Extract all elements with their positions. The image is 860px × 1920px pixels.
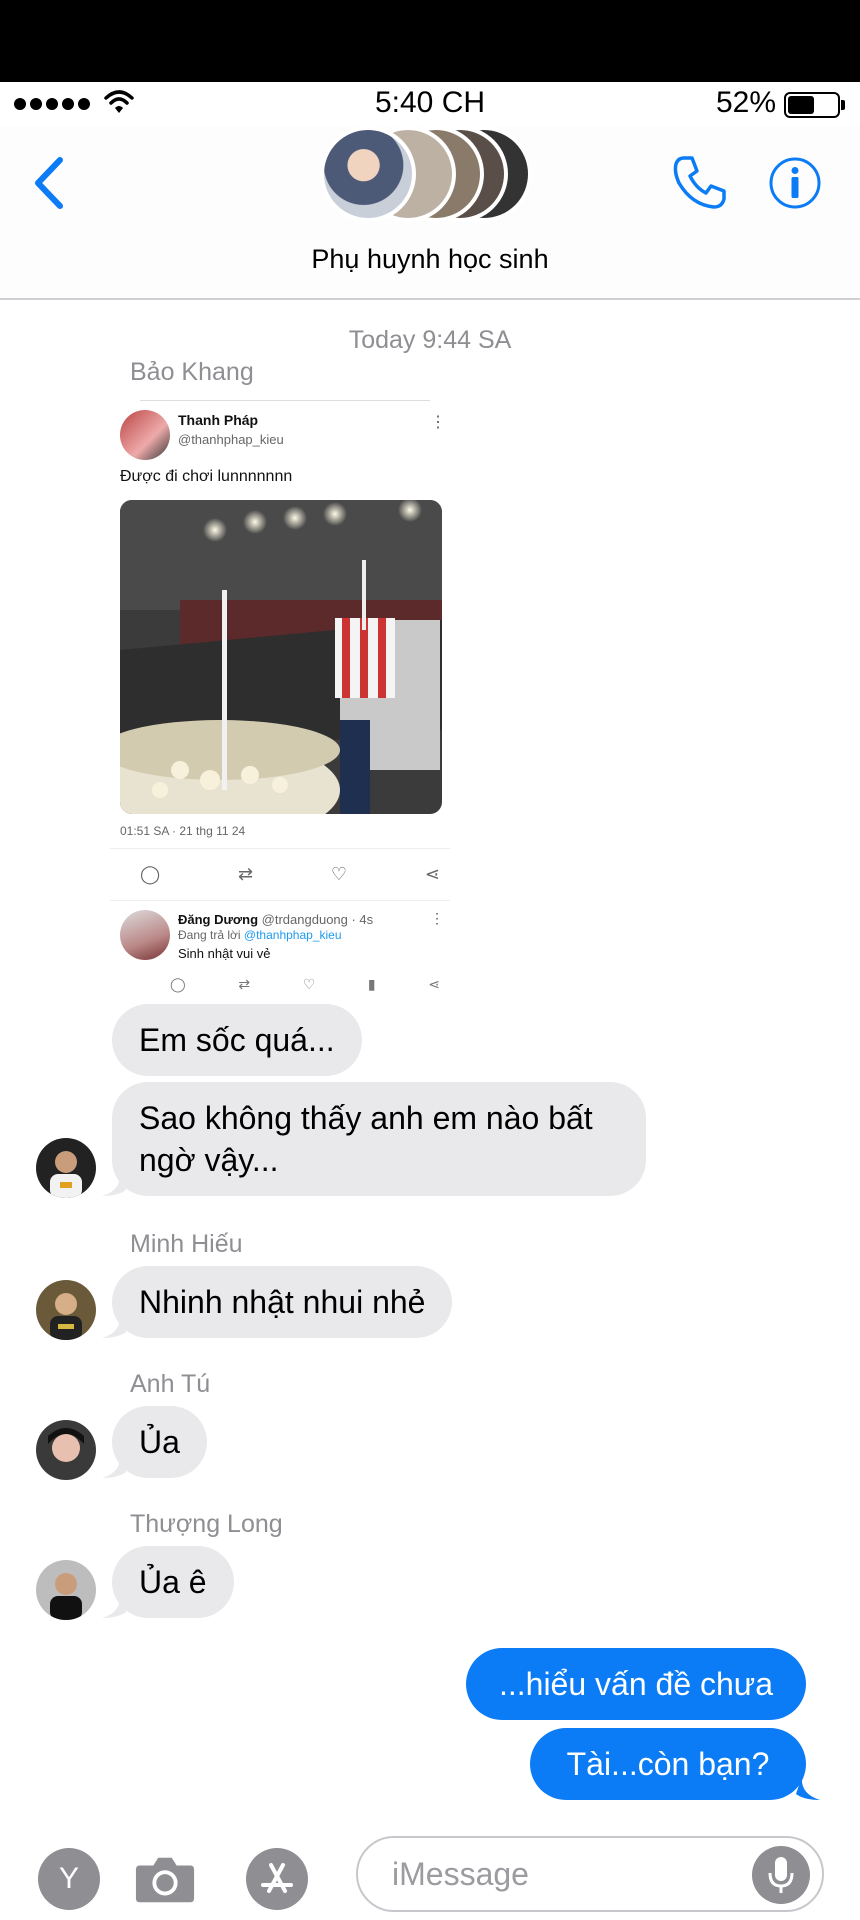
camera-button[interactable] (134, 1848, 196, 1910)
heart-icon: ♡ (302, 976, 316, 992)
tweet-timestamp: 01:51 SA · 21 thg 11 24 (120, 824, 246, 838)
imessage-input[interactable]: iMessage (356, 1836, 824, 1912)
avatar (120, 410, 170, 460)
heart-icon: ♡ (330, 864, 348, 884)
avatar (120, 910, 170, 960)
share-icon: ⋖ (428, 976, 440, 992)
avatar[interactable] (36, 1560, 96, 1620)
share-icon: ⋖ (424, 864, 440, 884)
sender-name: Minh Hiếu (130, 1230, 243, 1258)
avatar (320, 126, 416, 222)
avatar[interactable] (36, 1138, 96, 1198)
avatar[interactable] (36, 1420, 96, 1480)
tweet-text: Được đi chơi lunnnnnnn (120, 468, 293, 485)
tweet-author-name: Thanh Pháp (178, 412, 259, 428)
stats-icon: ▮ (367, 976, 376, 992)
more-icon: ⋮ (430, 910, 444, 926)
microphone-icon (768, 1857, 794, 1893)
message-bubble[interactable]: Ủa ê (112, 1546, 234, 1618)
cinema-photo (120, 500, 442, 814)
conversation-timestamp: Today 9:44 SA (348, 326, 512, 354)
outgoing-message-bubble[interactable]: Tài...còn bạn? (530, 1728, 806, 1800)
bubble-tail (102, 1454, 126, 1478)
bubble-tail (102, 1314, 126, 1338)
message-input-bar: Y iMessage (0, 1810, 860, 1920)
microphone-button[interactable] (752, 1846, 810, 1904)
tweet-screenshot-image: Thanh Pháp @thanhphap_kieu ⋮ Được đi chơ… (110, 400, 450, 1000)
info-icon[interactable] (768, 156, 822, 210)
outgoing-message-bubble[interactable]: ...hiểu vấn đề chưa (466, 1648, 806, 1720)
sender-name: Thượng Long (130, 1510, 283, 1538)
group-title[interactable]: Phụ huynh học sinh (0, 244, 860, 275)
app-store-button[interactable] (246, 1848, 308, 1910)
conversation-header: Phụ huynh học sinh (0, 126, 860, 300)
camera-icon (135, 1857, 195, 1903)
reply-text: Sinh nhật vui vẻ (178, 946, 271, 961)
app-store-icon (261, 1863, 293, 1893)
more-icon: ⋮ (430, 414, 446, 431)
phone-icon[interactable] (670, 152, 730, 212)
message-bubble[interactable]: Em sốc quá... (112, 1004, 362, 1076)
message-bubble[interactable]: Sao không thấy anh em nào bất ngờ vậy... (112, 1082, 646, 1196)
message-bubble[interactable]: Ủa (112, 1406, 207, 1478)
tweet-actions: ◯ ⇄ ♡ ⋖ (140, 864, 440, 885)
reply-author: Đăng Dương @trdangduong · 4s (178, 912, 374, 927)
sender-name: Bảo Khang (130, 358, 254, 386)
group-avatars[interactable] (320, 126, 540, 226)
battery-percent: 52% (715, 86, 776, 119)
bubble-tail (102, 1172, 126, 1196)
reply-icon: ◯ (140, 864, 161, 884)
reply-icon: ◯ (170, 976, 186, 992)
status-bar: 5:40 CH 52% (0, 82, 860, 126)
avatar[interactable] (36, 1280, 96, 1340)
sender-name: Anh Tú (130, 1370, 211, 1398)
tweet-author-handle: @thanhphap_kieu (178, 432, 284, 447)
bubble-tail (796, 1776, 820, 1800)
reply-actions: ◯ ⇄ ♡ ▮ ⋖ (170, 976, 440, 993)
imessage-placeholder: iMessage (392, 1856, 529, 1892)
bubble-tail (102, 1594, 126, 1618)
battery-icon (784, 92, 845, 118)
retweet-icon: ⇄ (237, 864, 254, 884)
top-black-bar (0, 0, 860, 82)
message-bubble[interactable]: Nhinh nhật nhui nhẻ (112, 1266, 453, 1338)
back-chevron-icon[interactable] (30, 154, 70, 212)
memoji-button[interactable]: Y (38, 1848, 100, 1910)
retweet-icon: ⇄ (238, 976, 251, 992)
reply-context: Đang trả lời @thanhphap_kieu (178, 928, 342, 942)
